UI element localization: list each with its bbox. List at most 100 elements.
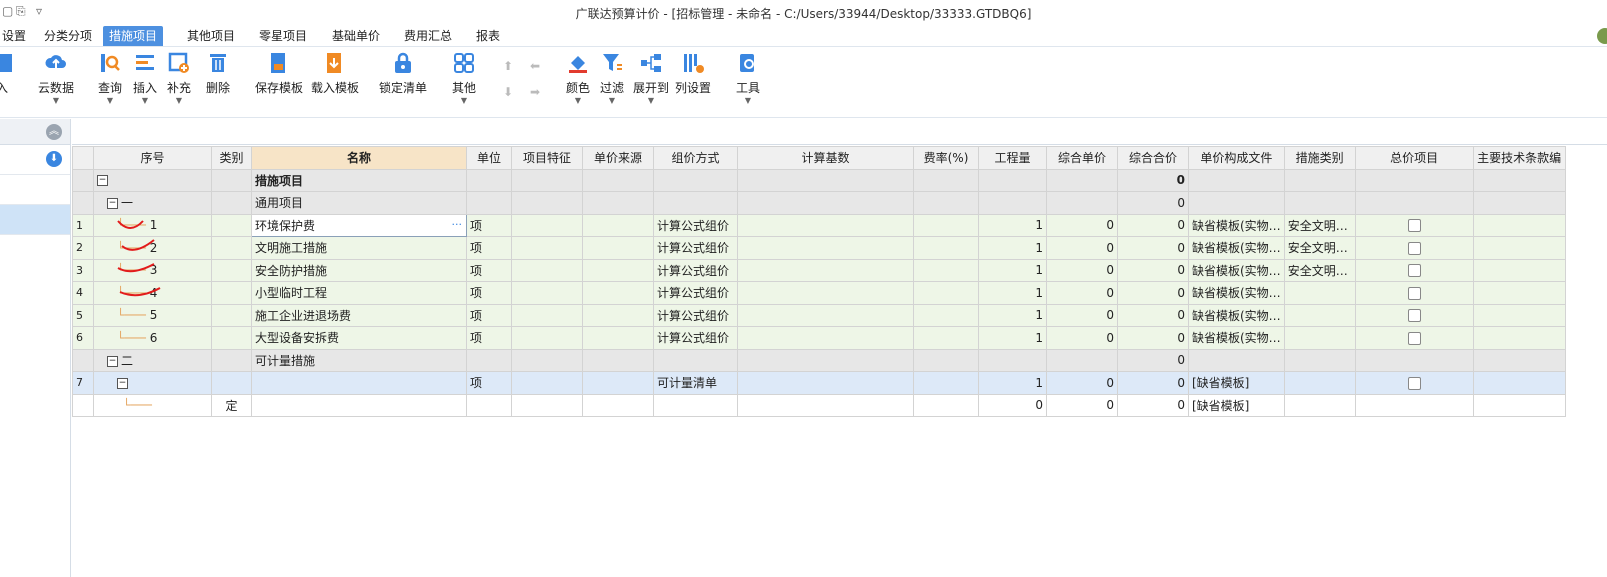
feature-cell[interactable]: [511, 168, 583, 192]
filter-button[interactable]: 过滤 ▼: [598, 51, 626, 105]
table-row[interactable]: 5 └─── 5 施工企业进退场费项计算公式组价 1 0 0 缺省模板(实物…: [72, 303, 1566, 327]
menu-item-0[interactable]: 设置: [0, 26, 32, 46]
feature-cell[interactable]: [511, 258, 583, 282]
seq-cell[interactable]: − 二: [93, 348, 212, 372]
unit-cell[interactable]: 项: [466, 258, 512, 282]
total-price-cell[interactable]: 0: [1117, 393, 1189, 417]
column-header[interactable]: 单位: [466, 146, 512, 170]
pricing-method-cell[interactable]: 计算公式组价: [653, 303, 738, 327]
rate-cell[interactable]: [913, 326, 979, 350]
unit-price-cell[interactable]: 0: [1046, 303, 1118, 327]
calc-base-cell[interactable]: [737, 168, 914, 192]
name-cell[interactable]: 安全防护措施: [251, 258, 467, 282]
download-icon[interactable]: ⬇: [46, 151, 62, 167]
price-file-cell[interactable]: 缺省模板(实物…: [1188, 326, 1285, 350]
price-source-cell[interactable]: [582, 236, 654, 260]
unit-price-cell[interactable]: 0: [1046, 236, 1118, 260]
rate-cell[interactable]: [913, 168, 979, 192]
column-header[interactable]: 类别: [211, 146, 252, 170]
menu-item-3[interactable]: 其他项目: [181, 26, 241, 46]
calc-base-cell[interactable]: [737, 191, 914, 215]
price-source-cell[interactable]: [582, 303, 654, 327]
tree-collapse-icon[interactable]: −: [97, 175, 108, 187]
quantity-cell[interactable]: [978, 348, 1047, 372]
lump-sum-cell[interactable]: [1354, 191, 1474, 215]
column-header[interactable]: 总价项目: [1354, 146, 1474, 170]
pricing-method-cell[interactable]: [653, 393, 738, 417]
calc-base-cell[interactable]: [737, 348, 914, 372]
column-header[interactable]: 措施类别: [1283, 146, 1356, 170]
unit-price-cell[interactable]: 0: [1046, 393, 1118, 417]
price-source-cell[interactable]: [582, 393, 654, 417]
lump-sum-cell[interactable]: [1354, 168, 1474, 192]
name-cell[interactable]: 可计量措施: [251, 348, 467, 372]
lock-list-button[interactable]: 锁定清单: [378, 51, 428, 96]
name-cell[interactable]: [251, 393, 467, 417]
category-cell[interactable]: [211, 258, 252, 282]
pricing-method-cell[interactable]: [653, 168, 738, 192]
measure-category-cell[interactable]: [1283, 371, 1356, 395]
load-template-button[interactable]: 载入模板: [310, 51, 360, 96]
lump-sum-checkbox[interactable]: [1407, 376, 1421, 390]
measure-category-cell[interactable]: 安全文明…: [1283, 258, 1356, 282]
measure-category-cell[interactable]: 安全文明…: [1283, 236, 1356, 260]
price-source-cell[interactable]: [582, 191, 654, 215]
rate-cell[interactable]: [913, 258, 979, 282]
lump-sum-cell[interactable]: [1354, 326, 1474, 350]
seq-cell[interactable]: −: [93, 168, 212, 192]
total-price-cell[interactable]: 0: [1117, 236, 1189, 260]
rate-cell[interactable]: [913, 348, 979, 372]
pricing-method-cell[interactable]: 计算公式组价: [653, 258, 738, 282]
pricing-method-cell[interactable]: 计算公式组价: [653, 281, 738, 305]
feature-cell[interactable]: [511, 326, 583, 350]
lump-sum-checkbox[interactable]: [1407, 241, 1421, 255]
insert-button[interactable]: 插入 ▼: [131, 51, 159, 105]
price-source-cell[interactable]: [582, 258, 654, 282]
column-settings-button[interactable]: 列设置: [673, 51, 713, 96]
row-number-cell[interactable]: 6: [72, 326, 94, 350]
price-file-cell[interactable]: [1188, 191, 1285, 215]
menu-item-5[interactable]: 基础单价: [326, 26, 386, 46]
price-source-cell[interactable]: [582, 213, 654, 237]
rate-cell[interactable]: [913, 236, 979, 260]
calc-base-cell[interactable]: [737, 326, 914, 350]
cloud-data-button[interactable]: 云数据 ▼: [36, 51, 76, 105]
left-panel-row[interactable]: ⬇: [0, 145, 70, 175]
column-header[interactable]: 序号: [93, 146, 212, 170]
total-price-cell[interactable]: 0: [1117, 168, 1189, 192]
seq-cell[interactable]: −: [93, 371, 212, 395]
table-row[interactable]: − 二 可计量措施 0: [72, 348, 1566, 372]
seq-cell[interactable]: └───: [93, 393, 212, 417]
table-row[interactable]: 3 └─── 3 安全防护措施项计算公式组价 1 0 0 缺省模板(实物… 安全文明…: [72, 258, 1566, 282]
calc-base-cell[interactable]: [737, 236, 914, 260]
name-cell[interactable]: 文明施工措施: [251, 236, 467, 260]
calc-base-cell[interactable]: [737, 258, 914, 282]
grid-corner-cell[interactable]: [72, 146, 94, 170]
query-button[interactable]: 查询 ▼: [96, 51, 124, 105]
seq-cell[interactable]: └─── 3: [93, 258, 212, 282]
move-down-button[interactable]: ⬇: [500, 85, 516, 99]
lump-sum-checkbox[interactable]: [1407, 264, 1421, 278]
pricing-method-cell[interactable]: 计算公式组价: [653, 326, 738, 350]
lump-sum-cell[interactable]: [1354, 281, 1474, 305]
measure-category-cell[interactable]: [1283, 393, 1356, 417]
tree-collapse-icon[interactable]: −: [107, 355, 118, 367]
category-cell[interactable]: [211, 348, 252, 372]
pricing-method-cell[interactable]: [653, 191, 738, 215]
seq-cell[interactable]: └─── 1: [93, 213, 212, 237]
feature-cell[interactable]: [511, 281, 583, 305]
feature-cell[interactable]: [511, 371, 583, 395]
table-row[interactable]: 4 └─── 4 小型临时工程项计算公式组价 1 0 0 缺省模板(实物…: [72, 281, 1566, 305]
category-cell[interactable]: [211, 303, 252, 327]
price-file-cell[interactable]: [缺省模板]: [1188, 393, 1285, 417]
feature-cell[interactable]: [511, 348, 583, 372]
unit-cell[interactable]: 项: [466, 371, 512, 395]
category-cell[interactable]: 定: [211, 393, 252, 417]
price-source-cell[interactable]: [582, 326, 654, 350]
menu-item-2[interactable]: 措施项目: [103, 26, 164, 46]
feature-cell[interactable]: [511, 191, 583, 215]
total-price-cell[interactable]: 0: [1117, 213, 1189, 237]
tech-clause-cell[interactable]: [1472, 168, 1566, 192]
measure-category-cell[interactable]: [1283, 303, 1356, 327]
unit-cell[interactable]: [466, 168, 512, 192]
